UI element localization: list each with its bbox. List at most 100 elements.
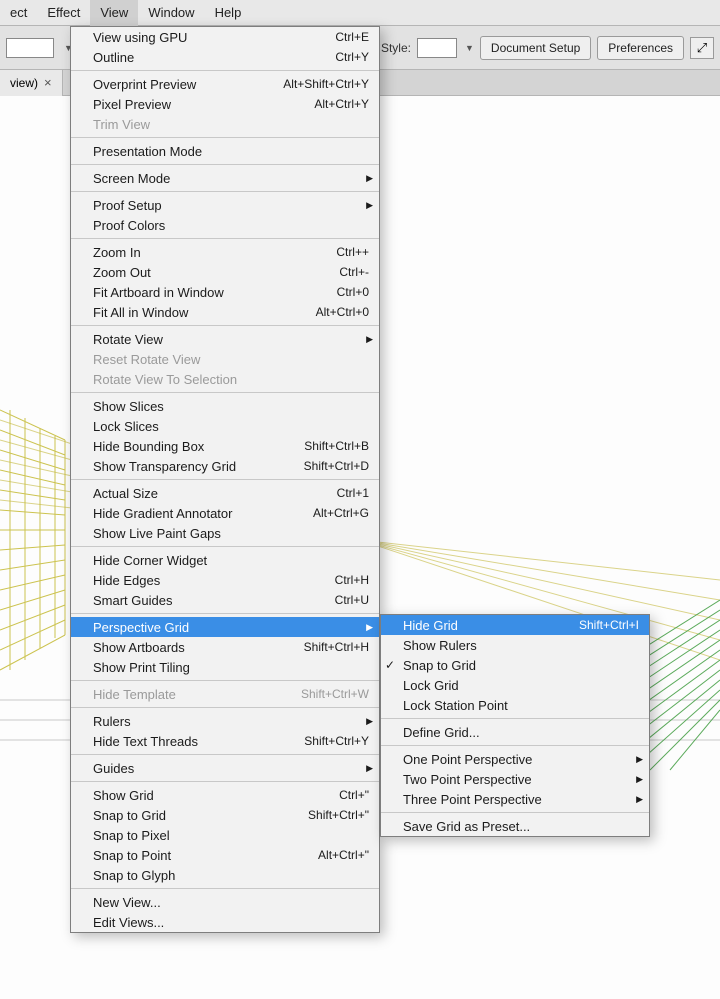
menu-item-label: Snap to Grid: [93, 808, 294, 823]
menu-item-label: Overprint Preview: [93, 77, 269, 92]
view-menu-item[interactable]: Show ArtboardsShift+Ctrl+H: [71, 637, 379, 657]
menu-item-shortcut: Ctrl+": [339, 788, 369, 802]
menu-bar-item-window[interactable]: Window: [138, 0, 204, 26]
view-menu-item[interactable]: Hide Bounding Box Shift+Ctrl+B: [71, 436, 379, 456]
view-menu-item[interactable]: Snap to GridShift+Ctrl+": [71, 805, 379, 825]
view-menu-item[interactable]: Rulers▶: [71, 711, 379, 731]
view-menu-item[interactable]: Perspective Grid▶: [71, 617, 379, 637]
menu-item-label: Edit Views...: [93, 915, 369, 930]
view-menu-item[interactable]: Hide Gradient AnnotatorAlt+Ctrl+G: [71, 503, 379, 523]
view-menu-item[interactable]: Fit All in WindowAlt+Ctrl+0: [71, 302, 379, 322]
perspective-submenu-item[interactable]: Lock Station Point: [381, 695, 649, 715]
menu-item-shortcut: Shift+Ctrl+B: [304, 439, 369, 453]
view-menu-item[interactable]: Presentation Mode: [71, 141, 379, 161]
menu-item-shortcut: Shift+Ctrl+Y: [304, 734, 369, 748]
close-icon[interactable]: ×: [44, 70, 52, 96]
menu-separator: [71, 613, 379, 614]
perspective-submenu-item[interactable]: Two Point Perspective▶: [381, 769, 649, 789]
menu-item-label: Guides: [93, 761, 369, 776]
menu-item-label: Pixel Preview: [93, 97, 300, 112]
chevron-down-icon[interactable]: ▼: [465, 43, 474, 53]
menu-item-label: Lock Grid: [403, 678, 639, 693]
view-menu-item[interactable]: Show Slices: [71, 396, 379, 416]
preferences-button[interactable]: Preferences: [597, 36, 684, 60]
menu-item-label: New View...: [93, 895, 369, 910]
perspective-submenu-item[interactable]: Hide Grid Shift+Ctrl+I: [381, 615, 649, 635]
menu-separator: [381, 745, 649, 746]
menu-separator: [381, 718, 649, 719]
menu-item-shortcut: Shift+Ctrl+I: [579, 618, 639, 632]
view-menu-item[interactable]: Zoom OutCtrl+-: [71, 262, 379, 282]
view-menu-item[interactable]: View using GPUCtrl+E: [71, 27, 379, 47]
view-menu-item[interactable]: New View...: [71, 892, 379, 912]
view-menu: View using GPUCtrl+EOutlineCtrl+Y Overpri…: [70, 26, 380, 933]
view-menu-item[interactable]: Screen Mode▶: [71, 168, 379, 188]
menu-item-label: Snap to Glyph: [93, 868, 369, 883]
menu-separator: [71, 707, 379, 708]
view-menu-item[interactable]: Show GridCtrl+": [71, 785, 379, 805]
view-menu-item[interactable]: Overprint PreviewAlt+Shift+Ctrl+Y: [71, 74, 379, 94]
view-menu-item[interactable]: Guides▶: [71, 758, 379, 778]
menu-item-label: Hide Grid: [403, 618, 565, 633]
view-menu-item[interactable]: Actual SizeCtrl+1: [71, 483, 379, 503]
menu-bar-item-effect[interactable]: Effect: [37, 0, 90, 26]
perspective-submenu-item[interactable]: One Point Perspective▶: [381, 749, 649, 769]
menu-item-label: Lock Slices: [93, 419, 369, 434]
menu-item-label: Snap to Grid: [403, 658, 639, 673]
view-menu-item[interactable]: Edit Views...: [71, 912, 379, 932]
fill-swatch[interactable]: [6, 38, 54, 58]
view-menu-item[interactable]: Show Live Paint Gaps: [71, 523, 379, 543]
menu-item-label: Actual Size: [93, 486, 323, 501]
chevron-right-icon: ▶: [366, 763, 373, 774]
menu-separator: [71, 191, 379, 192]
perspective-submenu-item[interactable]: Three Point Perspective▶: [381, 789, 649, 809]
view-menu-item[interactable]: Snap to PointAlt+Ctrl+": [71, 845, 379, 865]
menu-item-label: Hide Bounding Box: [93, 439, 290, 454]
menu-item-label: Perspective Grid: [93, 620, 369, 635]
menu-item-shortcut: Alt+Ctrl+": [318, 848, 369, 862]
document-tab[interactable]: view) ×: [0, 70, 63, 96]
view-menu-item[interactable]: OutlineCtrl+Y: [71, 47, 379, 67]
menu-bar-item-ect[interactable]: ect: [0, 0, 37, 26]
chevron-right-icon: ▶: [366, 622, 373, 633]
menu-bar-item-help[interactable]: Help: [205, 0, 252, 26]
view-menu-item[interactable]: Proof Setup▶: [71, 195, 379, 215]
menu-item-label: Show Live Paint Gaps: [93, 526, 369, 541]
view-menu-item[interactable]: Zoom InCtrl++: [71, 242, 379, 262]
perspective-submenu-item[interactable]: Save Grid as Preset...: [381, 816, 649, 836]
view-menu-item[interactable]: Snap to Glyph: [71, 865, 379, 885]
perspective-submenu-item[interactable]: ✓ Snap to Grid: [381, 655, 649, 675]
view-menu-item[interactable]: Hide EdgesCtrl+H: [71, 570, 379, 590]
menu-item-shortcut: Alt+Ctrl+Y: [314, 97, 369, 111]
check-icon: ✓: [385, 658, 395, 672]
menu-item-label: Define Grid...: [403, 725, 639, 740]
view-menu-item[interactable]: Hide Text ThreadsShift+Ctrl+Y: [71, 731, 379, 751]
view-menu-item[interactable]: Rotate View▶: [71, 329, 379, 349]
isolate-icon[interactable]: ⤢: [690, 37, 714, 59]
style-select[interactable]: [417, 38, 457, 58]
perspective-submenu-item[interactable]: Define Grid...: [381, 722, 649, 742]
view-menu-item[interactable]: Lock Slices: [71, 416, 379, 436]
perspective-submenu-item[interactable]: Show Rulers: [381, 635, 649, 655]
menu-item-shortcut: Ctrl+E: [335, 30, 369, 44]
menu-item-shortcut: Ctrl+0: [337, 285, 369, 299]
view-menu-item[interactable]: Hide Corner Widget: [71, 550, 379, 570]
document-setup-button[interactable]: Document Setup: [480, 36, 591, 60]
menu-separator: [381, 812, 649, 813]
view-menu-item[interactable]: Smart GuidesCtrl+U: [71, 590, 379, 610]
menu-item-label: Show Slices: [93, 399, 369, 414]
view-menu-item[interactable]: Proof Colors: [71, 215, 379, 235]
view-menu-item[interactable]: Snap to Pixel: [71, 825, 379, 845]
menu-item-label: Hide Corner Widget: [93, 553, 369, 568]
menu-bar-item-view[interactable]: View: [90, 0, 138, 26]
menu-item-shortcut: Ctrl+-: [339, 265, 369, 279]
perspective-submenu-item[interactable]: Lock Grid: [381, 675, 649, 695]
menu-item-label: Save Grid as Preset...: [403, 819, 639, 834]
view-menu-item[interactable]: Fit Artboard in WindowCtrl+0: [71, 282, 379, 302]
menu-item-label: Two Point Perspective: [403, 772, 639, 787]
view-menu-item[interactable]: Pixel Preview Alt+Ctrl+Y: [71, 94, 379, 114]
menu-item-shortcut: Alt+Ctrl+G: [313, 506, 369, 520]
view-menu-item[interactable]: Show Transparency GridShift+Ctrl+D: [71, 456, 379, 476]
view-menu-item[interactable]: Show Print Tiling: [71, 657, 379, 677]
chevron-right-icon: ▶: [366, 200, 373, 211]
